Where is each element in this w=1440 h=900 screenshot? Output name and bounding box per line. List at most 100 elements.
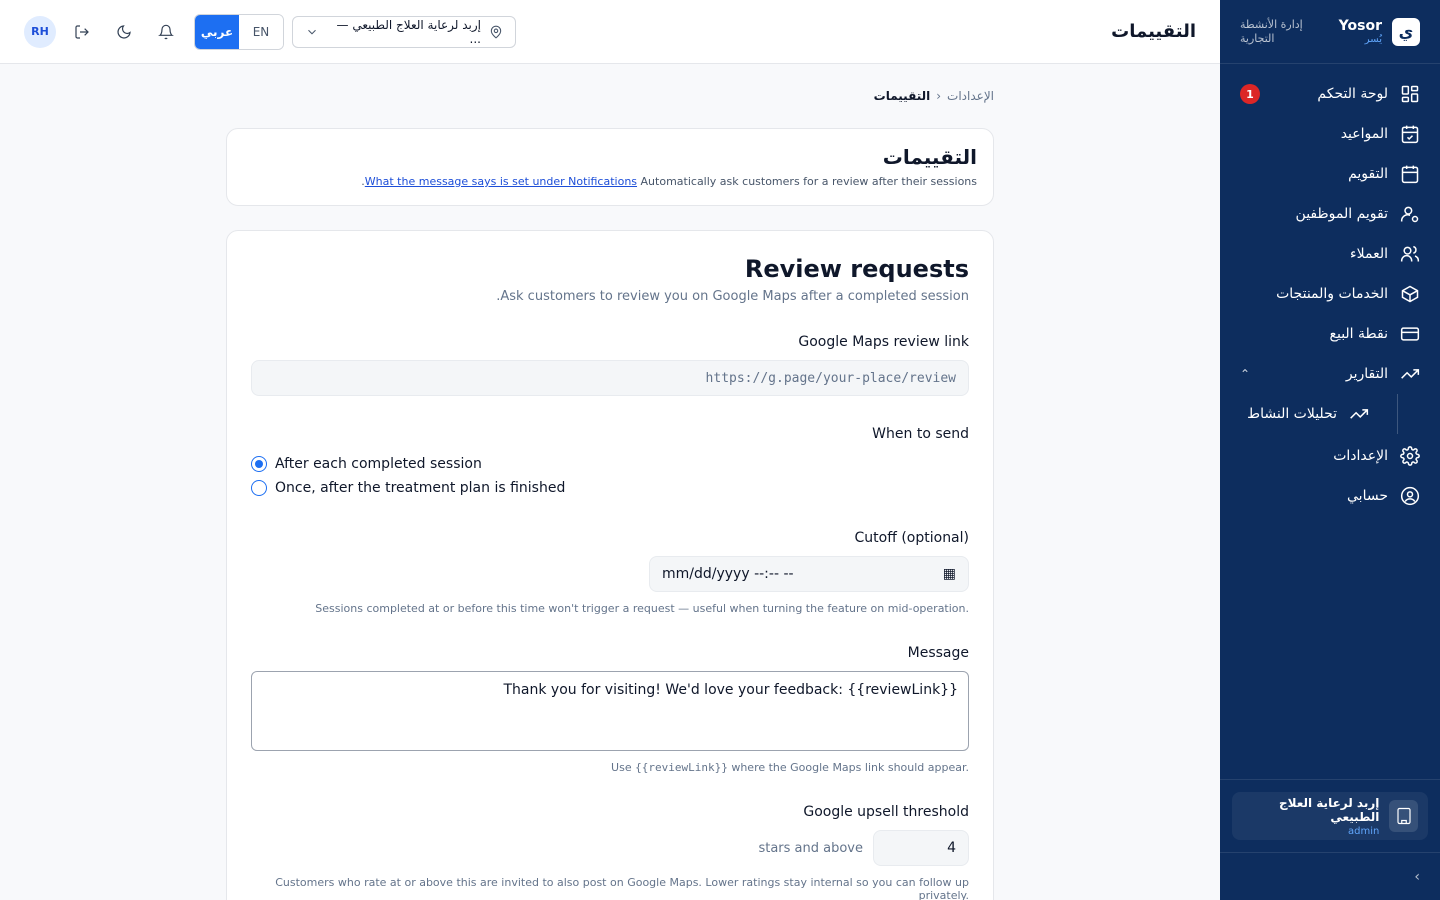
chevron-left-icon: ‹ [936, 89, 942, 103]
trending-up-icon [1401, 369, 1420, 379]
users-icon [1400, 245, 1420, 262]
sidebar-item-activity-analytics[interactable]: تحليلات النشاط [1232, 394, 1389, 434]
notification-badge: 1 [1240, 84, 1260, 104]
credit-card-icon [1400, 327, 1420, 341]
sidebar-item-dashboard[interactable]: لوحة التحكم 1 [1232, 74, 1428, 114]
org-switcher[interactable]: إربد لرعاية العلاج الطبيعي admin [1232, 792, 1428, 840]
chevron-down-icon [308, 29, 316, 34]
sidebar-item-reports[interactable]: التقارير ⌃ [1232, 354, 1428, 394]
cutoff-label: Cutoff (optional) [854, 530, 969, 546]
brand-tagline: إدارة الأنشطة التجارية [1240, 18, 1303, 45]
cutoff-value: mm/dd/yyyy --:-- -- [662, 566, 794, 582]
cutoff-hint: Sessions completed at or before this tim… [315, 602, 969, 615]
brand-sub: يُسر [1364, 33, 1382, 45]
sidebar-item-label: الخدمات والمنتجات [1276, 286, 1388, 302]
hint-text: Use [611, 761, 632, 774]
maps-link-label: Google Maps review link [798, 334, 969, 350]
threshold-suffix: stars and above [758, 840, 863, 856]
dashboard-icon [1401, 85, 1419, 103]
breadcrumb-parent[interactable]: الإعدادات [947, 89, 994, 103]
user-circle-icon [1400, 486, 1420, 506]
breadcrumb: الإعدادات ‹ التقييمات [226, 88, 994, 104]
sidebar: ي Yosor يُسر إدارة الأنشطة التجارية لوحة… [1220, 0, 1440, 900]
calendar-icon[interactable]: ▦ [943, 566, 956, 582]
sidebar-item-appointments[interactable]: المواعيد [1232, 114, 1428, 154]
review-subtitle: Ask customers to review you on Google Ma… [496, 289, 969, 304]
language-switcher: عربي EN [194, 13, 284, 50]
radio-once[interactable]: Once, after the treatment plan is finish… [251, 476, 969, 500]
message-textarea[interactable]: Thank you for visiting! We'd love your f… [251, 671, 969, 751]
sidebar-item-label: تحليلات النشاط [1247, 406, 1337, 422]
brand: ي Yosor يُسر إدارة الأنشطة التجارية [1220, 0, 1440, 64]
sidebar-item-account[interactable]: حسابي [1232, 476, 1428, 516]
top-header: RH عربي EN إربد لرعاية العلاج الطبيعي — … [0, 0, 1220, 64]
gear-icon [1400, 446, 1420, 466]
notifications-link[interactable]: What the message says is set under Notif… [365, 175, 637, 188]
logout-button[interactable] [66, 16, 98, 48]
calendar-check-icon [1401, 125, 1419, 144]
radio-each-session[interactable]: After each completed session [251, 452, 969, 476]
sidebar-item-customers[interactable]: العملاء [1232, 234, 1428, 274]
chevron-up-icon[interactable]: ⌃ [1240, 367, 1250, 381]
lang-en-button[interactable]: EN [239, 14, 283, 49]
radio-label: Once, after the treatment plan is finish… [275, 480, 566, 496]
box-icon [1401, 285, 1419, 303]
review-title: Review requests [744, 255, 969, 283]
radio-button[interactable] [251, 456, 267, 472]
map-pin-icon [490, 25, 502, 38]
org-role: admin [1348, 825, 1380, 837]
sidebar-item-label: التقارير [1345, 366, 1388, 382]
sidebar-collapse[interactable]: › [1220, 852, 1440, 900]
threshold-row: 4 stars and above [251, 830, 969, 866]
sidebar-item-pos[interactable]: نقطة البيع [1232, 314, 1428, 354]
reports-subnav: تحليلات النشاط [1232, 394, 1398, 434]
sidebar-item-settings[interactable]: الإعدادات [1232, 436, 1428, 476]
sidebar-item-label: التقويم [1348, 166, 1388, 182]
message-label: Message [907, 645, 969, 661]
intro-card: التقييمات What the message says is set u… [226, 128, 994, 206]
page-title: التقييمات [1111, 21, 1196, 42]
maps-link-input[interactable]: https://g.page/your-place/review [251, 360, 969, 396]
trending-up-icon [1350, 409, 1369, 419]
sidebar-nav: لوحة التحكم 1 المواعيد التقويم تقويم الم… [1220, 64, 1440, 526]
sidebar-item-services[interactable]: الخدمات والمنتجات [1232, 274, 1428, 314]
building-icon [1389, 800, 1418, 832]
radio-label: After each completed session [275, 456, 482, 472]
bell-icon [158, 24, 174, 39]
sidebar-item-label: المواعيد [1340, 126, 1388, 142]
breadcrumb-current: التقييمات [873, 89, 931, 103]
hint-text: where the Google Maps link should appear… [731, 761, 969, 774]
lang-ar-button[interactable]: عربي [195, 14, 239, 49]
logout-icon [75, 24, 89, 39]
notifications-button[interactable] [150, 16, 182, 48]
threshold-input[interactable]: 4 [873, 830, 969, 866]
sidebar-item-label: نقطة البيع [1329, 326, 1388, 342]
location-select[interactable]: إربد لرعاية العلاج الطبيعي — ... [292, 15, 516, 48]
moon-icon [117, 24, 131, 39]
threshold-label: Google upsell threshold [803, 804, 969, 820]
cutoff-datetime-input[interactable]: mm/dd/yyyy --:-- -- ▦ [649, 556, 969, 592]
user-cog-icon [1400, 206, 1419, 223]
intro-text: What the message says is set under Notif… [243, 175, 977, 188]
org-card: إربد لرعاية العلاج الطبيعي admin [1220, 779, 1440, 852]
radio-button[interactable] [251, 480, 267, 496]
intro-title: التقييمات [882, 145, 977, 169]
when-to-send-label: When to send [872, 426, 969, 442]
threshold-hint: Customers who rate at or above this are … [275, 876, 969, 900]
when-to-send-group: After each completed session Once, after… [251, 452, 969, 500]
review-requests-card: Review requests Ask customers to review … [226, 230, 994, 900]
main-content: الإعدادات ‹ التقييمات التقييمات What the… [226, 64, 994, 900]
calendar-icon [1401, 165, 1419, 184]
hint-code: {{reviewLink}} [635, 761, 728, 774]
theme-toggle[interactable] [108, 16, 140, 48]
sidebar-item-label: حسابي [1347, 488, 1388, 504]
message-hint: Use {{reviewLink}} where the Google Maps… [251, 761, 969, 774]
brand-logo-icon: ي [1392, 17, 1420, 46]
sidebar-item-staff-calendar[interactable]: تقويم الموظفين [1232, 194, 1428, 234]
chevron-right-icon[interactable]: › [1414, 869, 1420, 885]
avatar[interactable]: RH [24, 15, 56, 48]
org-name: إربد لرعاية العلاج الطبيعي [1278, 795, 1380, 824]
sidebar-item-label: تقويم الموظفين [1295, 206, 1388, 222]
sidebar-item-label: العملاء [1350, 246, 1388, 262]
sidebar-item-calendar[interactable]: التقويم [1232, 154, 1428, 194]
